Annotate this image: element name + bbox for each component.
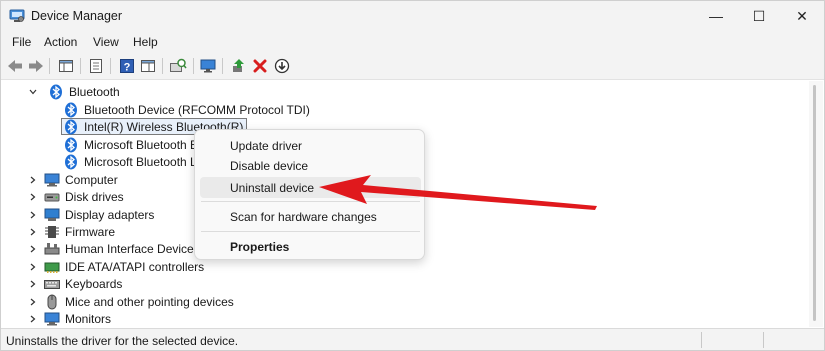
uninstall-device-icon[interactable] [251,57,269,75]
menu-view[interactable]: View [93,35,119,49]
tree-label: Disk drives [65,189,124,204]
forward-icon[interactable] [27,57,45,75]
chevron-right-icon[interactable] [28,297,38,307]
mouse-icon [44,294,60,310]
status-divider [701,332,702,348]
tree-category-computer[interactable]: Computer [28,171,118,188]
chevron-right-icon[interactable] [28,244,38,254]
menu-item-properties[interactable]: Properties [200,236,421,257]
menu-separator [201,231,420,232]
tree-label: Firmware [65,224,115,239]
vertical-scrollbar[interactable] [809,81,823,327]
tree-label: IDE ATA/ATAPI controllers [65,259,205,274]
menu-bar: File Action View Help [1,31,824,53]
tree-category-monitors[interactable]: Monitors [28,310,111,327]
close-icon: ✕ [796,7,808,24]
tree-device-bluetooth-rfcomm[interactable]: Bluetooth Device (RFCOMM Protocol TDI) [63,101,310,118]
keyboard-icon [44,276,60,292]
status-bar: Uninstalls the driver for the selected d… [1,328,824,350]
tree-label: Keyboards [65,276,123,291]
tree-category-ide-ata-atapi-controllers[interactable]: IDE ATA/ATAPI controllers [28,258,204,275]
toolbar-separator [49,58,50,74]
tree-category-firmware[interactable]: Firmware [28,223,115,240]
menu-action[interactable]: Action [44,35,77,49]
tree-device-microsoft-bluetooth-e[interactable]: Microsoft Bluetooth E [63,136,198,153]
chevron-right-icon[interactable] [28,210,38,220]
chevron-right-icon[interactable] [28,227,38,237]
bluetooth-icon [63,154,79,170]
chevron-right-icon[interactable] [28,175,38,185]
chevron-right-icon[interactable] [28,262,38,272]
svg-text:?: ? [124,62,131,74]
display-adapter-icon [44,207,60,223]
console-icon[interactable] [139,57,157,75]
status-divider [763,332,764,348]
tree-label: Monitors [65,311,112,326]
window-title: Device Manager [31,9,123,23]
tree-category-bluetooth[interactable]: Bluetooth [28,83,120,100]
toolbar: ? [1,53,824,80]
tree-category-keyboards[interactable]: Keyboards [28,275,122,292]
bluetooth-icon [63,137,79,153]
tree-category-mice-and-pointing-devices[interactable]: Mice and other pointing devices [28,293,234,310]
chevron-down-icon[interactable] [28,87,38,97]
status-text: Uninstalls the driver for the selected d… [6,334,239,348]
tree-device-microsoft-bluetooth-l[interactable]: Microsoft Bluetooth L [63,153,197,170]
disk-drive-icon [44,189,60,205]
toolbar-separator [222,58,223,74]
help-icon[interactable]: ? [118,57,136,75]
tree-category-human-interface-devices[interactable]: Human Interface Devices [28,240,200,257]
close-button[interactable]: ✕ [781,1,823,31]
scrollbar-thumb[interactable] [813,85,816,321]
tree-label: Human Interface Devices [65,241,200,256]
toolbar-separator [193,58,194,74]
device-manager-window: Device Manager — ☐ ✕ File Action View He… [0,0,825,351]
tree-label: Display adapters [65,207,155,222]
bluetooth-icon [63,102,79,118]
menu-help[interactable]: Help [133,35,158,49]
title-bar: Device Manager — ☐ ✕ [1,1,824,31]
scan-hardware-changes-icon[interactable] [169,57,187,75]
toolbar-separator [110,58,111,74]
maximize-icon: ☐ [752,7,766,24]
device-manager-app-icon [9,9,25,23]
tree-label: Bluetooth Device (RFCOMM Protocol TDI) [84,102,310,117]
tree-category-display-adapters[interactable]: Display adapters [28,206,154,223]
menu-file[interactable]: File [12,35,31,49]
bluetooth-icon [63,119,79,135]
tree-category-disk-drives[interactable]: Disk drives [28,188,124,205]
chevron-right-icon[interactable] [28,314,38,324]
human-interface-device-icon [44,241,60,257]
toolbar-separator [162,58,163,74]
update-driver-icon[interactable] [230,57,248,75]
tree-label: Microsoft Bluetooth L [84,154,197,169]
tree-label: Computer [65,172,118,187]
chevron-right-icon[interactable] [28,192,38,202]
toolbar-separator [80,58,81,74]
computer-icon [44,172,60,188]
download-icon[interactable] [273,57,291,75]
maximize-button[interactable]: ☐ [738,1,780,31]
tree-label: Bluetooth [69,84,120,99]
bluetooth-icon [48,84,64,100]
back-icon[interactable] [6,57,24,75]
tree-label: Microsoft Bluetooth E [84,137,199,152]
menu-item-update-driver[interactable]: Update driver [200,135,421,156]
minimize-button[interactable]: — [695,1,737,31]
tree-label: Mice and other pointing devices [65,294,234,309]
monitor-icon [44,311,60,327]
show-hide-console-tree-icon[interactable] [57,57,75,75]
minimize-icon: — [709,8,723,24]
chevron-right-icon[interactable] [28,279,38,289]
red-arrow-annotation [319,175,597,210]
properties-icon[interactable] [87,57,105,75]
firmware-chip-icon [44,224,60,240]
monitor-icon[interactable] [199,57,217,75]
ide-controller-icon [44,259,60,275]
